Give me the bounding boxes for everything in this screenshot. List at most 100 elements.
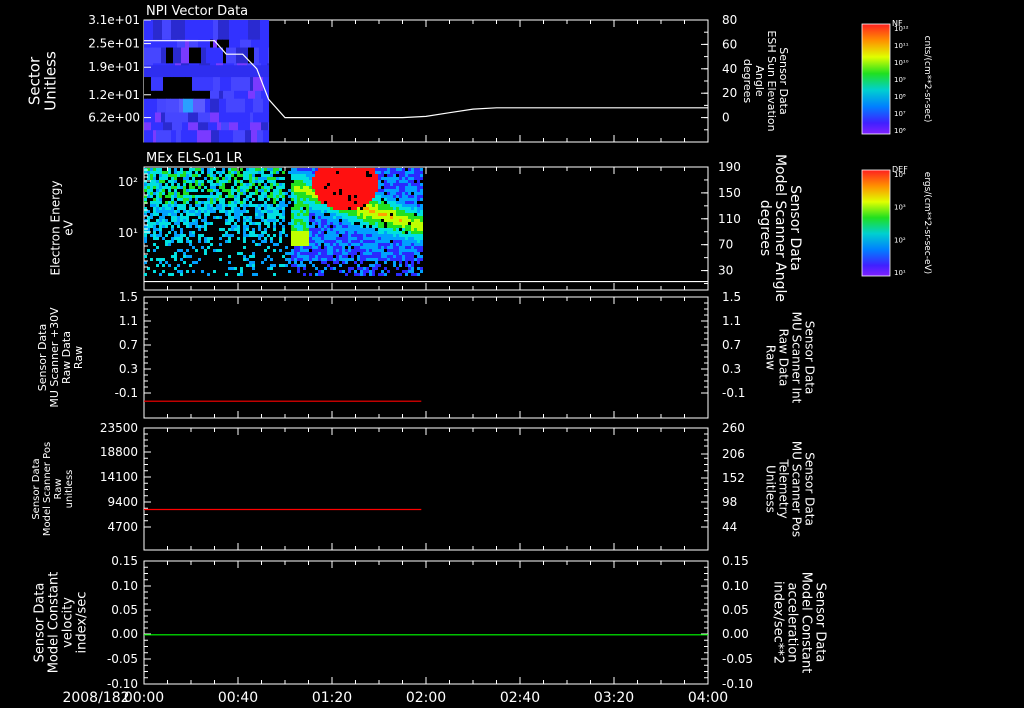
heat-cell (339, 228, 342, 231)
heat-cell (339, 195, 342, 198)
heat-cell (246, 198, 249, 201)
heat-cell (273, 171, 276, 174)
heat-cell (309, 189, 312, 192)
right-axis-label-line: degrees (741, 59, 754, 104)
heat-cell (390, 231, 393, 234)
heat-cell (408, 195, 411, 198)
heat-cell (155, 112, 162, 123)
heat-cell (336, 207, 339, 210)
heat-cell (192, 222, 195, 225)
heat-cell (393, 207, 396, 210)
heat-cell (279, 201, 282, 204)
heat-cell (222, 228, 225, 231)
heat-cell (402, 183, 405, 186)
heat-cell (393, 240, 396, 243)
y-tick-right-label: 152 (722, 471, 745, 485)
heat-cell (282, 171, 285, 174)
heat-cell (162, 180, 165, 183)
y-axis-label-line: Model Scanner Pos (42, 442, 53, 536)
heat-cell (384, 228, 387, 231)
heat-cell (351, 210, 354, 213)
heat-cell (327, 198, 330, 201)
heat-cell (324, 198, 327, 201)
right-axis-label-line: Sensor Data (812, 583, 827, 663)
heat-cell (354, 192, 357, 195)
heat-cell (315, 273, 318, 276)
heat-cell (249, 219, 252, 222)
heat-cell (381, 273, 384, 276)
heat-cell (363, 258, 366, 261)
heat-cell (186, 180, 189, 183)
heat-cell (408, 234, 411, 237)
heat-cell (303, 198, 306, 201)
heat-cell (303, 171, 306, 174)
heat-cell (198, 195, 201, 198)
heat-cell (366, 222, 369, 225)
heat-cell (300, 216, 303, 219)
heat-cell (255, 207, 258, 210)
heat-cell (153, 210, 156, 213)
heat-cell (300, 210, 303, 213)
heat-cell (222, 186, 225, 189)
heat-cell (201, 246, 204, 249)
right-axis-label-line: index/sec**2 (770, 581, 785, 664)
heat-cell (186, 216, 189, 219)
colorbar-tick: 10¹² (894, 25, 909, 33)
heat-cell (318, 174, 321, 177)
heat-cell (249, 186, 252, 189)
heat-cell (171, 204, 174, 207)
heat-cell (228, 228, 231, 231)
heat-cell (399, 234, 402, 237)
heat-cell (162, 204, 165, 207)
heat-cell (177, 237, 180, 240)
heat-cell (300, 207, 303, 210)
right-axis-label-line: Sensor Data (802, 321, 816, 395)
heat-cell (261, 174, 264, 177)
heat-cell (190, 130, 198, 143)
heat-cell (186, 270, 189, 273)
heat-cell (321, 213, 324, 216)
heat-cell (156, 234, 159, 237)
heat-cell (300, 204, 303, 207)
heat-cell (243, 65, 251, 78)
heat-cell (306, 201, 309, 204)
heat-cell (276, 219, 279, 222)
heat-cell (192, 213, 195, 216)
heat-cell (267, 180, 270, 183)
y-tick-label: 18800 (100, 445, 138, 459)
heat-cell (267, 234, 270, 237)
heat-cell (168, 213, 171, 216)
npi-heatmap (144, 20, 270, 143)
heat-cell (372, 273, 375, 276)
heat-cell (369, 255, 372, 258)
y-tick-label: 14100 (100, 470, 138, 484)
heat-cell (327, 204, 330, 207)
heat-cell (156, 130, 161, 143)
heat-cell (378, 255, 381, 258)
heat-cell (306, 183, 309, 186)
heat-cell (336, 216, 339, 219)
heat-cell (390, 246, 393, 249)
heat-cell (261, 171, 264, 174)
heat-cell (399, 231, 402, 234)
heat-cell (288, 171, 291, 174)
heat-cell (333, 186, 336, 189)
heat-cell (324, 174, 327, 177)
heat-cell (411, 195, 414, 198)
y-axis-label: SectorUnitless (25, 51, 59, 111)
heat-cell (321, 216, 324, 219)
heat-cell (381, 234, 384, 237)
heat-cell (372, 243, 375, 246)
heat-cell (180, 171, 183, 174)
heat-cell (234, 198, 237, 201)
heat-cell (330, 249, 333, 252)
heat-cell (228, 171, 231, 174)
heat-cell (336, 201, 339, 204)
heat-cell (369, 234, 372, 237)
heat-cell (321, 171, 324, 174)
heat-cell (354, 240, 357, 243)
heat-cell (163, 122, 173, 131)
heat-cell (372, 222, 375, 225)
heat-cell (384, 255, 387, 258)
heat-cell (411, 222, 414, 225)
